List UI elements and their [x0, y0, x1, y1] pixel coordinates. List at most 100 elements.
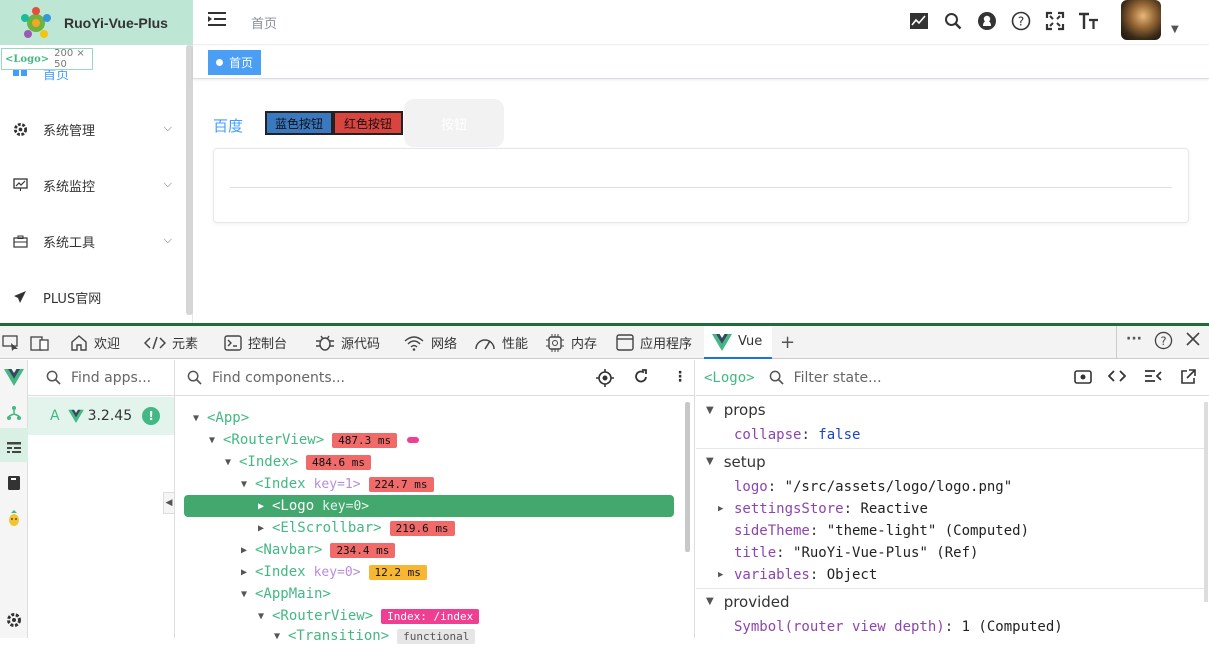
tree-node-logo-selected[interactable]: ▶ <Logo key=0> — [184, 495, 674, 517]
menu-item-system[interactable]: 系统管理 ⌵ — [0, 101, 186, 157]
pinia-icon[interactable] — [4, 508, 24, 528]
tab-memory[interactable]: 内存 — [545, 326, 597, 359]
expand-arrow-icon[interactable]: ▼ — [241, 479, 255, 490]
device-icon[interactable] — [30, 326, 50, 359]
section-props[interactable]: ▼ props — [696, 398, 1206, 422]
search-icon — [46, 370, 61, 385]
tree-node-routerview[interactable]: ▼ <RouterView> 487.3 ms — [209, 429, 420, 451]
tab-label: 源代码 — [341, 337, 381, 352]
help-icon[interactable]: ? — [1010, 10, 1032, 32]
setup-row[interactable]: ▶ settingsStore: Reactive — [718, 498, 928, 520]
eye-screen-icon[interactable] — [1074, 369, 1092, 389]
tree-scrollbar[interactable] — [685, 402, 690, 552]
tab-sources[interactable]: 源代码 — [315, 326, 380, 359]
expand-arrow-icon[interactable]: ▶ — [241, 545, 255, 556]
refresh-icon[interactable] — [633, 369, 649, 389]
github-icon[interactable] — [976, 10, 998, 32]
tree-node-index[interactable]: ▼ <Index> 484.6 ms — [225, 451, 371, 473]
book-icon[interactable] — [4, 473, 24, 493]
setup-row[interactable]: title: "RuoYi-Vue-Plus" (Ref) — [734, 542, 978, 564]
logo-title: RuoYi-Vue-Plus — [64, 14, 168, 31]
target-icon[interactable] — [596, 369, 614, 391]
settings-icon[interactable] — [4, 610, 24, 630]
tree-node-app[interactable]: ▼ <App> — [193, 407, 249, 429]
timeline-icon[interactable] — [4, 438, 24, 458]
more-vertical-icon[interactable]: ⋮ — [673, 369, 687, 385]
warning-icon[interactable]: ! — [142, 407, 161, 425]
open-external-icon[interactable] — [1180, 369, 1196, 389]
tab-application[interactable]: 应用程序 — [616, 326, 692, 359]
text-size-icon[interactable] — [1078, 10, 1100, 32]
tab-vue[interactable]: Vue — [704, 326, 772, 359]
state-filter-placeholder[interactable]: Filter state... — [794, 370, 882, 386]
more-icon[interactable]: ··· — [1126, 331, 1142, 347]
state-scrollbar[interactable] — [1204, 402, 1208, 602]
setup-row[interactable]: sideTheme: "theme-light" (Computed) — [734, 520, 1029, 542]
tree-node-index-key1[interactable]: ▼ <Index key=1> 224.7 ms — [241, 473, 434, 495]
node-name: <RouterView> — [223, 432, 325, 448]
blue-button[interactable]: 蓝色按钮 — [265, 111, 333, 135]
caret-down-icon[interactable]: ▼ — [1171, 24, 1179, 35]
menu-item-monitor[interactable]: 系统监控 ⌵ — [0, 157, 186, 213]
collapse-left-icon[interactable]: ◀ — [163, 492, 175, 514]
expand-arrow-icon[interactable]: ▶ — [258, 501, 272, 512]
prop-value[interactable]: "RuoYi-Vue-Plus" (Ref) — [793, 545, 978, 561]
expand-arrow-icon[interactable]: ▶ — [718, 570, 723, 580]
setup-row[interactable]: logo: "/src/assets/logo/logo.png" — [734, 476, 1012, 498]
baidu-link[interactable]: 百度 — [213, 115, 243, 136]
tab-console[interactable]: 控制台 — [224, 326, 287, 359]
hamburger-icon[interactable] — [208, 11, 228, 31]
components-icon[interactable] — [4, 403, 24, 423]
tab-label: 应用程序 — [640, 337, 693, 352]
tree-node-appmain[interactable]: ▼ <AppMain> — [241, 583, 331, 605]
expand-arrow-icon[interactable]: ▼ — [209, 435, 223, 446]
fullscreen-icon[interactable] — [1044, 10, 1066, 32]
setup-row[interactable]: ▶ variables: Object — [718, 564, 877, 586]
tree-node-transition[interactable]: ▼ <Transition> functional — [274, 625, 476, 647]
tab-network[interactable]: 网络 — [403, 326, 457, 359]
avatar[interactable] — [1121, 0, 1161, 40]
expand-arrow-icon[interactable]: ▶ — [258, 523, 272, 534]
expand-arrow-icon[interactable]: ▼ — [274, 631, 288, 642]
section-provided[interactable]: ▼ provided — [696, 588, 1206, 614]
help-icon[interactable]: ? — [1154, 331, 1173, 354]
node-name: <Index — [255, 564, 306, 580]
tree-node-routerview-inner[interactable]: ▼ <RouterView> Index: /index — [258, 605, 480, 627]
logo-bar[interactable]: RuoYi-Vue-Plus — [0, 0, 193, 45]
tree-node-index-key0[interactable]: ▶ <Index key=0> 12.2 ms — [241, 561, 427, 583]
section-setup[interactable]: ▼ setup — [696, 448, 1206, 474]
close-icon[interactable] — [1185, 331, 1201, 351]
code-icon[interactable] — [1107, 369, 1127, 387]
prop-row[interactable]: collapse: false — [734, 424, 860, 446]
chart-icon[interactable] — [908, 10, 930, 32]
expand-arrow-icon[interactable]: ▼ — [225, 457, 239, 468]
menu-item-plus-site[interactable]: PLUS官网 — [0, 269, 186, 325]
expand-arrow-icon[interactable]: ▶ — [718, 504, 723, 514]
tab-elements[interactable]: 元素 — [144, 326, 198, 359]
tab-performance[interactable]: 性能 — [474, 326, 528, 359]
prop-value[interactable]: false — [818, 427, 860, 443]
inspect-icon[interactable] — [2, 326, 20, 359]
red-button[interactable]: 红色按钮 — [333, 111, 403, 135]
node-name: <Navbar> — [255, 542, 323, 558]
search-icon[interactable] — [942, 10, 964, 32]
prop-value[interactable]: "/src/assets/logo/logo.png" — [785, 479, 1013, 495]
tree-node-navbar[interactable]: ▶ <Navbar> 234.4 ms — [241, 539, 396, 561]
app-entry[interactable]: A 3.2.45 ! — [28, 397, 174, 435]
menu-item-tools[interactable]: 系统工具 ⌵ — [0, 213, 186, 269]
tree-node-elscrollbar[interactable]: ▶ <ElScrollbar> 219.6 ms — [258, 517, 455, 539]
tab-welcome[interactable]: 欢迎 — [70, 326, 120, 359]
expand-arrow-icon[interactable]: ▶ — [241, 567, 255, 578]
add-tab-icon[interactable]: + — [780, 332, 795, 353]
tag-home[interactable]: 首页 — [208, 50, 262, 75]
gray-button[interactable]: 按钮 — [404, 99, 504, 147]
expand-arrow-icon[interactable]: ▼ — [258, 611, 272, 622]
breadcrumb[interactable]: 首页 — [251, 13, 277, 32]
expand-arrow-icon[interactable]: ▼ — [241, 589, 255, 600]
selected-component-name: <Logo> — [704, 369, 755, 386]
apps-search[interactable]: Find apps... — [28, 360, 174, 396]
scroll-to-icon[interactable] — [1144, 369, 1162, 387]
components-search[interactable]: Find components... — [175, 360, 694, 396]
expand-arrow-icon[interactable]: ▼ — [193, 413, 207, 424]
sidebar-scrollbar[interactable] — [186, 45, 193, 315]
